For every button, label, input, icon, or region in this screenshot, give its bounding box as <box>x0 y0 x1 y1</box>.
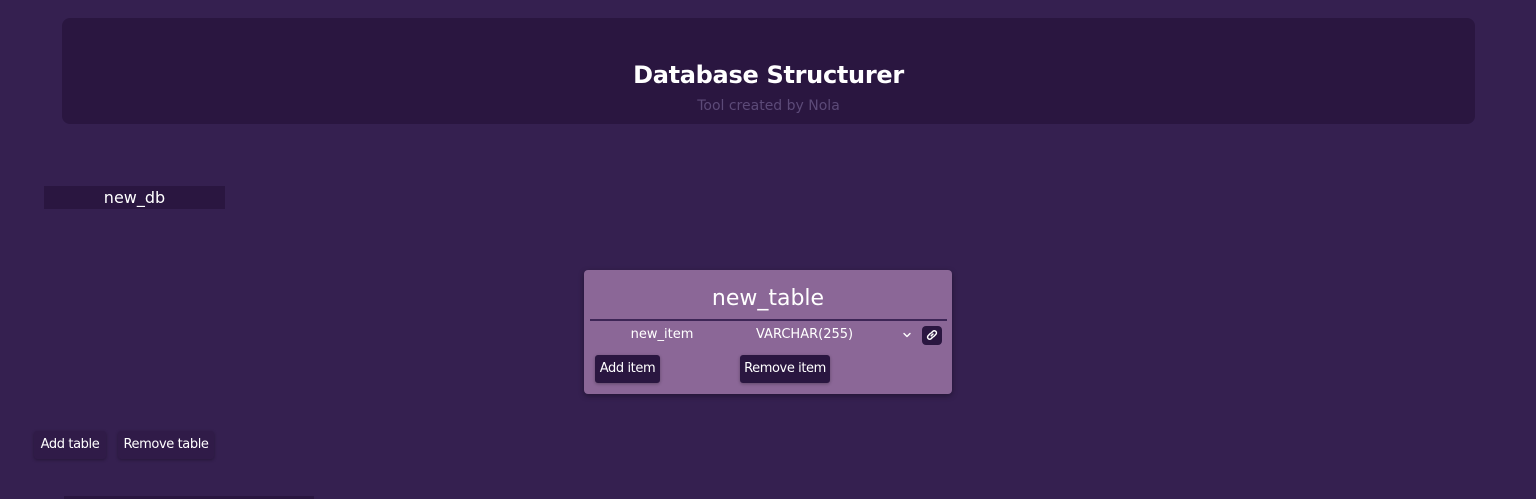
app-title: Database Structurer <box>633 61 904 89</box>
add-item-button[interactable]: Add item <box>595 355 660 383</box>
item-type-select[interactable]: VARCHAR(255) <box>756 326 853 344</box>
database-name-input[interactable] <box>44 186 225 209</box>
add-table-button[interactable]: Add table <box>34 431 106 459</box>
table-divider <box>590 319 947 321</box>
item-name-input[interactable] <box>604 326 720 344</box>
app-subtitle: Tool created by Nola <box>697 98 840 114</box>
app-page: Database Structurer Tool created by Nola… <box>0 0 1536 499</box>
header-banner: Database Structurer Tool created by Nola <box>62 18 1475 124</box>
link-icon[interactable] <box>922 326 942 345</box>
table-card: VARCHAR(255) Add item Remove item <box>584 270 952 394</box>
remove-table-button[interactable]: Remove table <box>118 431 214 459</box>
remove-item-button[interactable]: Remove item <box>740 355 830 383</box>
table-name-input[interactable] <box>590 284 946 314</box>
chevron-down-icon[interactable] <box>902 330 912 340</box>
